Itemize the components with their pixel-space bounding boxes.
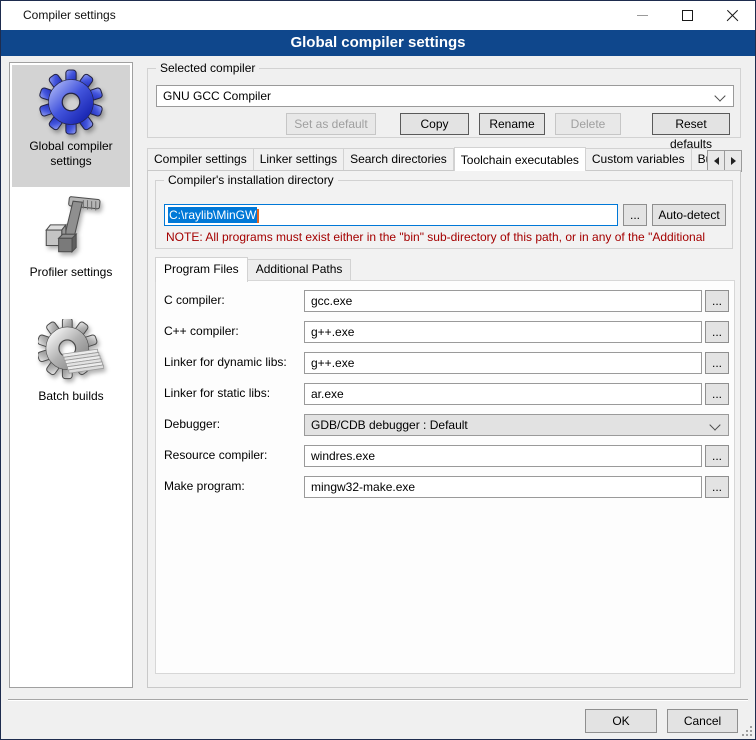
tab-toolchain-executables[interactable]: Toolchain executables (454, 147, 586, 171)
program-files-page: C compiler: gcc.exe ... C++ compiler: g+… (155, 280, 735, 674)
dynamic-linker-browse-button[interactable]: ... (705, 352, 729, 374)
minimize-button[interactable] (620, 1, 665, 30)
settings-category-sidebar: Global compiler settings Profiler settin… (9, 62, 133, 688)
debugger-select-value: GDB/CDB debugger : Default (311, 418, 468, 432)
sidebar-item-profiler-settings[interactable]: Profiler settings (12, 189, 130, 301)
footer-divider (8, 699, 748, 701)
cancel-button[interactable]: Cancel (667, 709, 738, 733)
resize-grip[interactable] (740, 724, 752, 736)
titlebar[interactable]: Compiler settings (1, 1, 755, 30)
resource-compiler-input[interactable]: windres.exe (304, 445, 702, 467)
field-label: C++ compiler: (164, 324, 239, 338)
tab-custom-variables[interactable]: Custom variables (586, 148, 692, 171)
toolchain-executables-page: Compiler's installation directory C:\ray… (147, 170, 741, 688)
debugger-select[interactable]: GDB/CDB debugger : Default (304, 414, 729, 436)
tab-scroll-left-button[interactable] (707, 150, 725, 172)
tab-compiler-settings[interactable]: Compiler settings (147, 148, 254, 171)
installation-directory-group-label: Compiler's installation directory (164, 173, 338, 188)
caliper-icon (38, 195, 104, 261)
window-title: Compiler settings (23, 1, 116, 30)
directory-browse-button[interactable]: ... (623, 204, 647, 226)
installation-directory-input[interactable]: C:\raylib\MinGW (164, 204, 618, 226)
selected-compiler-group: Selected compiler GNU GCC Compiler Set a… (147, 68, 741, 138)
subtab-additional-paths[interactable]: Additional Paths (248, 259, 352, 281)
tab-linker-settings[interactable]: Linker settings (254, 148, 344, 171)
delete-button[interactable]: Delete (555, 113, 621, 135)
compiler-select-value: GNU GCC Compiler (163, 89, 271, 103)
field-label: Linker for dynamic libs: (164, 355, 287, 369)
cpp-compiler-input[interactable]: g++.exe (304, 321, 702, 343)
make-program-browse-button[interactable]: ... (705, 476, 729, 498)
settings-tabstrip: Compiler settings Linker settings Search… (147, 147, 741, 171)
files-subtabs: Program Files Additional Paths (155, 257, 351, 281)
c-compiler-input[interactable]: gcc.exe (304, 290, 702, 312)
close-icon (726, 9, 739, 22)
note-text: NOTE: All programs must exist either in … (166, 230, 728, 244)
resource-compiler-browse-button[interactable]: ... (705, 445, 729, 467)
rename-button[interactable]: Rename (479, 113, 545, 135)
close-button[interactable] (710, 1, 755, 30)
field-label: Debugger: (164, 417, 220, 431)
ok-button[interactable]: OK (585, 709, 657, 733)
maximize-button[interactable] (665, 1, 710, 30)
field-label: Resource compiler: (164, 448, 267, 462)
sidebar-item-label: Profiler settings (30, 265, 113, 280)
tab-build-options[interactable]: Build options (692, 148, 707, 171)
text-caret (257, 209, 259, 223)
static-linker-input[interactable]: ar.exe (304, 383, 702, 405)
sidebar-item-label: Global compiler settings (12, 139, 130, 169)
subtab-program-files[interactable]: Program Files (155, 257, 248, 282)
gray-gear-stack-icon (38, 319, 104, 385)
installation-directory-value: C:\raylib\MinGW (168, 207, 257, 223)
arrow-left-icon (714, 157, 719, 165)
set-as-default-button[interactable]: Set as default (286, 113, 376, 135)
maximize-icon (682, 10, 693, 21)
static-linker-browse-button[interactable]: ... (705, 383, 729, 405)
c-compiler-browse-button[interactable]: ... (705, 290, 729, 312)
installation-directory-group: Compiler's installation directory C:\ray… (155, 180, 733, 249)
sidebar-item-global-compiler-settings[interactable]: Global compiler settings (12, 65, 130, 187)
reset-defaults-button[interactable]: Reset defaults (652, 113, 730, 135)
field-label: Make program: (164, 479, 245, 493)
compiler-settings-window: { "window": { "title": "Compiler setting… (0, 0, 756, 740)
dynamic-linker-input[interactable]: g++.exe (304, 352, 702, 374)
blue-gear-icon (38, 69, 104, 135)
arrow-right-icon (731, 157, 736, 165)
copy-button[interactable]: Copy (400, 113, 469, 135)
cpp-compiler-browse-button[interactable]: ... (705, 321, 729, 343)
sidebar-item-label: Batch builds (38, 389, 103, 404)
auto-detect-button[interactable]: Auto-detect (652, 204, 726, 226)
field-label: Linker for static libs: (164, 386, 270, 400)
sidebar-item-batch-builds[interactable]: Batch builds (12, 313, 130, 425)
chevron-down-icon (709, 419, 720, 430)
compiler-select[interactable]: GNU GCC Compiler (156, 85, 734, 107)
tab-search-directories[interactable]: Search directories (344, 148, 454, 171)
make-program-input[interactable]: mingw32-make.exe (304, 476, 702, 498)
tab-scroll-right-button[interactable] (724, 150, 742, 172)
field-label: C compiler: (164, 293, 225, 307)
dialog-header: Global compiler settings (1, 30, 755, 56)
minimize-icon (637, 15, 648, 16)
selected-compiler-group-label: Selected compiler (156, 61, 259, 76)
chevron-down-icon (714, 90, 725, 101)
